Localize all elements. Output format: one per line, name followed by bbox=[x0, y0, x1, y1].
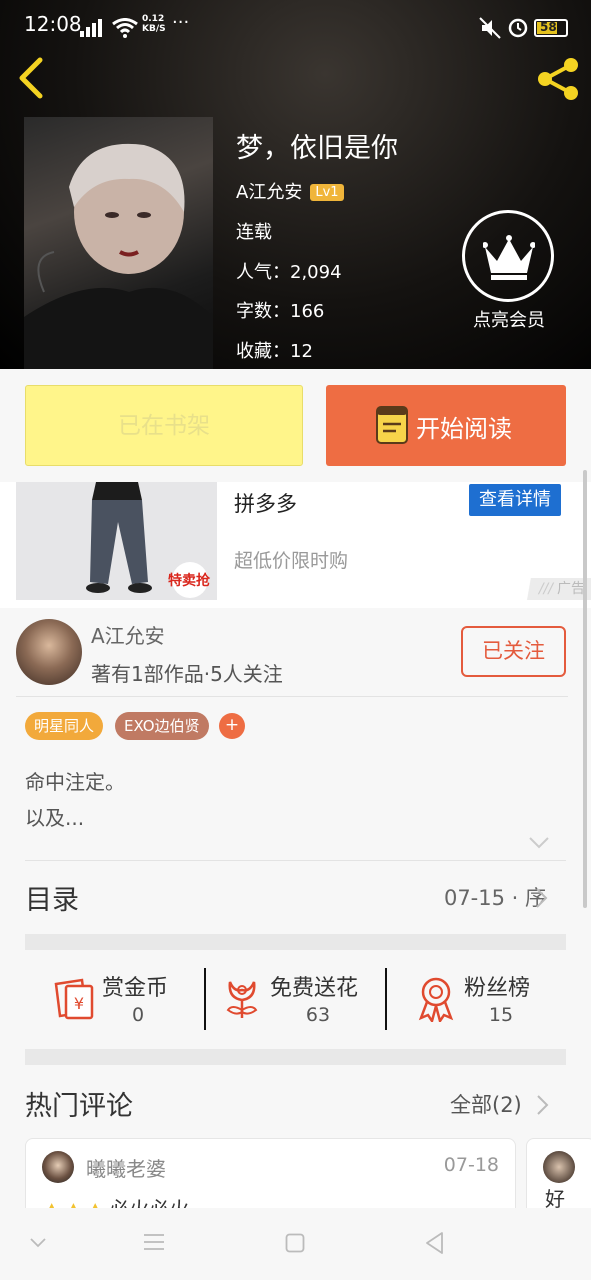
action-bar: 已在书架 开始阅读 bbox=[0, 369, 591, 482]
fan-rank-stat[interactable]: 粉丝榜 15 bbox=[414, 968, 554, 1030]
book-header: 12:08 0.12 KB/S ··· 58 梦，依旧是你 A江允安 Lv1 连… bbox=[0, 0, 591, 369]
ad-subtitle: 超低价限时购 bbox=[234, 550, 349, 572]
more-status: ··· bbox=[172, 12, 190, 33]
free-flower-stat[interactable]: 免费送花 63 bbox=[220, 968, 380, 1030]
divider bbox=[204, 968, 206, 1030]
all-comments-link[interactable]: 全部(2) bbox=[450, 1089, 549, 1119]
chevron-down-icon[interactable] bbox=[30, 1238, 46, 1248]
in-bookshelf-button[interactable]: 已在书架 bbox=[25, 385, 303, 466]
divider bbox=[25, 860, 566, 861]
divider bbox=[385, 968, 387, 1030]
book-status: 连载 bbox=[236, 222, 272, 243]
crown-icon bbox=[483, 235, 535, 280]
battery-icon: 58 bbox=[534, 19, 568, 37]
ad-logo-icon: /// bbox=[538, 581, 553, 597]
commenter-name[interactable]: 曦曦老婆 bbox=[86, 1153, 166, 1182]
chevron-down-icon[interactable] bbox=[528, 836, 550, 850]
section-separator bbox=[25, 1049, 566, 1065]
section-separator bbox=[25, 934, 566, 950]
status-bar: 12:08 0.12 KB/S ··· 58 bbox=[0, 0, 591, 46]
book-author[interactable]: A江允安 Lv1 bbox=[236, 178, 344, 204]
followed-button[interactable]: 已关注 bbox=[461, 626, 566, 677]
vip-label[interactable]: 点亮会员 bbox=[466, 306, 552, 332]
system-nav-bar bbox=[0, 1208, 591, 1280]
signal-icon bbox=[80, 19, 102, 37]
ad-mark: ///广告 bbox=[520, 578, 591, 600]
chevron-right-icon bbox=[537, 1095, 549, 1115]
svg-text:¥: ¥ bbox=[74, 994, 84, 1013]
reward-coin-stat[interactable]: ¥ 赏金币 0 bbox=[50, 968, 200, 1030]
book-cover bbox=[24, 117, 213, 369]
book-intro: 命中注定。 以及... bbox=[25, 770, 125, 830]
comment-card[interactable]: 曦曦老婆 07-18 ▲ ▲ ▲ 必火必火 bbox=[25, 1138, 516, 1218]
book-popularity: 人气：2,094 bbox=[236, 262, 342, 283]
author-card: A江允安 著有1部作品·5人关注 已关注 bbox=[16, 608, 568, 696]
ad-badge: 特卖抢 bbox=[168, 573, 210, 589]
cover-illustration bbox=[24, 143, 213, 369]
book-icon bbox=[376, 406, 408, 444]
back-nav-icon[interactable] bbox=[424, 1231, 444, 1255]
vip-button[interactable] bbox=[462, 210, 554, 302]
tag-exo-baekhyun[interactable]: EXO边伯贤 bbox=[115, 712, 209, 740]
author-avatar[interactable] bbox=[16, 619, 82, 685]
toc-title: 目录 bbox=[25, 885, 79, 916]
table-of-contents-row[interactable]: 目录 07-15 · 序 bbox=[0, 878, 591, 918]
ad-image[interactable]: 特卖抢 bbox=[16, 482, 217, 600]
wifi-icon bbox=[112, 18, 138, 38]
author-name[interactable]: A江允安 bbox=[91, 620, 165, 649]
ad-title: 拼多多 bbox=[234, 492, 297, 516]
medal-icon bbox=[418, 977, 454, 1022]
comment-date: 07-18 bbox=[443, 1154, 499, 1176]
add-tag-button[interactable]: + bbox=[219, 713, 245, 739]
flower-icon bbox=[226, 981, 258, 1018]
chevron-right-icon bbox=[536, 888, 548, 908]
share-icon[interactable] bbox=[534, 56, 584, 102]
commenter-avatar bbox=[543, 1151, 575, 1183]
net-speed: 0.12 KB/S bbox=[142, 14, 166, 34]
start-reading-button[interactable]: 开始阅读 bbox=[326, 385, 566, 466]
ad-detail-button[interactable]: 查看详情 bbox=[469, 484, 561, 516]
hot-comments-title: 热门评论 bbox=[25, 1091, 133, 1122]
level-badge: Lv1 bbox=[310, 184, 344, 201]
author-stats: 著有1部作品·5人关注 bbox=[91, 662, 283, 686]
home-icon[interactable] bbox=[285, 1233, 305, 1253]
book-favorites: 收藏：12 bbox=[236, 341, 313, 362]
book-title: 梦，依旧是你 bbox=[236, 133, 398, 164]
mute-icon bbox=[479, 17, 501, 39]
scrollbar[interactable] bbox=[583, 470, 587, 908]
alarm-icon bbox=[508, 18, 528, 38]
menu-icon[interactable] bbox=[144, 1233, 164, 1251]
back-icon[interactable] bbox=[12, 56, 52, 100]
divider bbox=[16, 696, 568, 697]
toc-latest-chapter: 07-15 · 序 bbox=[443, 886, 546, 910]
reward-coin-icon: ¥ bbox=[54, 978, 94, 1020]
tag-star-fanfic[interactable]: 明星同人 bbox=[25, 712, 104, 740]
book-word-count: 字数：166 bbox=[236, 301, 325, 322]
ad-banner[interactable]: 特卖抢 拼多多 查看详情 超低价限时购 ///广告 bbox=[0, 482, 591, 608]
clock: 12:08 bbox=[24, 12, 82, 36]
comment-card-next[interactable]: 好 bbox=[526, 1138, 591, 1218]
commenter-avatar[interactable] bbox=[42, 1151, 74, 1183]
